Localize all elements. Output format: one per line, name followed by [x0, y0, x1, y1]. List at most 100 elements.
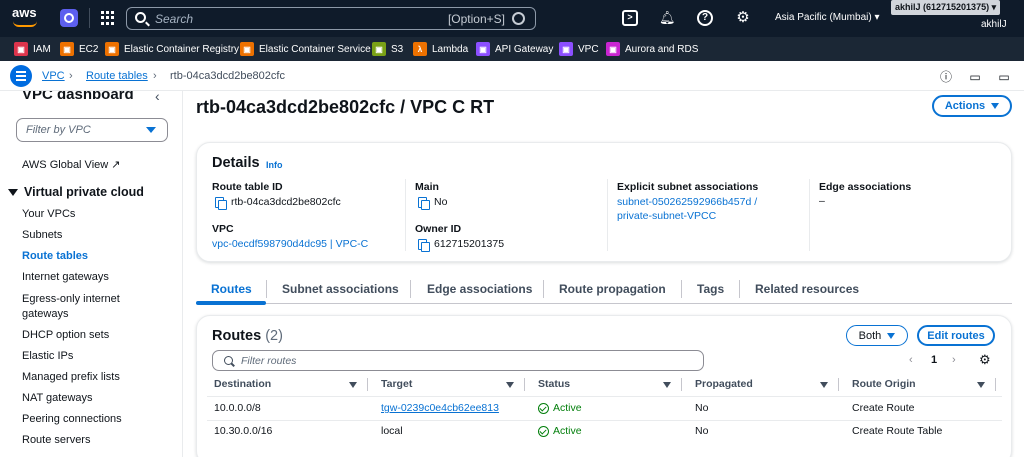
- favorite-rds[interactable]: ▣ Aurora and RDS: [606, 41, 698, 57]
- edit-routes-label: Edit routes: [927, 329, 985, 342]
- tab-routes[interactable]: Routes: [211, 282, 252, 296]
- active-tab-indicator: [196, 301, 266, 305]
- caret-down-icon: [8, 189, 18, 197]
- sidebar-item-nat-gateways[interactable]: NAT gateways: [22, 392, 93, 404]
- divider: [89, 8, 90, 28]
- sidebar-item-internet-gateways[interactable]: Internet gateways: [22, 271, 109, 283]
- bell-icon[interactable]: 🔔︎: [659, 10, 676, 26]
- chevron-left-icon[interactable]: ‹: [155, 91, 160, 104]
- sidebar-item-route-tables[interactable]: Route tables: [22, 250, 88, 262]
- aws-logo-text: aws: [12, 5, 37, 20]
- sidebar-section-vpc[interactable]: Virtual private cloud: [8, 185, 144, 199]
- divider: [524, 378, 525, 391]
- page-number[interactable]: 1: [931, 354, 937, 366]
- sort-icon[interactable]: [820, 382, 828, 388]
- gear-icon[interactable]: ⚙: [735, 10, 751, 26]
- favorite-ec2[interactable]: ▣ EC2: [60, 41, 98, 57]
- help-icon[interactable]: ?: [697, 10, 713, 26]
- sidebar-item-route-servers[interactable]: Route servers: [22, 434, 90, 446]
- tab-tags[interactable]: Tags: [697, 282, 724, 296]
- copy-icon[interactable]: [418, 239, 430, 252]
- actions-button[interactable]: Actions: [932, 95, 1012, 117]
- column-destination[interactable]: Destination: [214, 378, 271, 390]
- sidebar-title[interactable]: VPC dashboard: [22, 91, 134, 103]
- favorite-label: S3: [391, 43, 404, 55]
- sidebar-item-elastic-ips[interactable]: Elastic IPs: [22, 350, 73, 362]
- owner-id-label: Owner ID: [415, 223, 462, 235]
- tab-subnet-associations[interactable]: Subnet associations: [282, 282, 399, 296]
- filter-by-vpc-select[interactable]: Filter by VPC: [16, 118, 168, 142]
- divider: [266, 280, 267, 298]
- account-menu[interactable]: akhilJ (612715201375) ▾: [891, 0, 1001, 15]
- sidebar-section-label: Virtual private cloud: [24, 185, 144, 199]
- favorite-lambda[interactable]: λ Lambda: [413, 41, 468, 57]
- status-badge: Active: [538, 402, 582, 414]
- breadcrumb-vpc[interactable]: VPC: [42, 70, 65, 82]
- column-propagated[interactable]: Propagated: [695, 378, 753, 390]
- favorite-label: Elastic Container Service: [259, 43, 371, 55]
- settings-gear-icon[interactable]: ⚙: [979, 352, 991, 368]
- info-icon[interactable]: ⓘ: [939, 70, 953, 84]
- sidebar-item-egress-only[interactable]: Egress-only internet gateways: [22, 292, 132, 322]
- subnet-link[interactable]: subnet-050262592966b457d /: [617, 196, 757, 208]
- search-placeholder: Search: [155, 12, 194, 26]
- route-origin: Create Route: [852, 402, 915, 414]
- sidebar-item-prefix-lists[interactable]: Managed prefix lists: [22, 371, 120, 383]
- monitor-icon[interactable]: ▭: [997, 70, 1011, 84]
- sort-icon[interactable]: [349, 382, 357, 388]
- route-target-link[interactable]: tgw-0239c0e4cb62ee813: [381, 402, 499, 414]
- filter-placeholder: Filter routes: [241, 355, 297, 367]
- tab-edge-associations[interactable]: Edge associations: [427, 282, 532, 296]
- column-route-origin[interactable]: Route Origin: [852, 378, 916, 390]
- feedback-icon[interactable]: ▭: [968, 70, 982, 84]
- sidebar-item-peering[interactable]: Peering connections: [22, 413, 122, 425]
- chevron-right-icon[interactable]: ›: [952, 354, 956, 366]
- explicit-subnet-label: Explicit subnet associations: [617, 181, 759, 193]
- vpc-link[interactable]: vpc-0ecdf598790d4dc95 | VPC-C: [212, 238, 368, 250]
- sidebar-item-global-view[interactable]: AWS Global View ↗: [22, 158, 120, 171]
- copy-icon[interactable]: [418, 197, 430, 210]
- copy-icon[interactable]: [215, 197, 227, 210]
- check-circle-icon: [538, 402, 549, 414]
- edit-routes-button[interactable]: Edit routes: [917, 325, 995, 346]
- route-propagated: No: [695, 402, 709, 414]
- sort-icon[interactable]: [977, 382, 985, 388]
- check-circle-icon: [538, 425, 549, 437]
- aws-logo[interactable]: aws: [12, 6, 40, 30]
- sort-icon[interactable]: [506, 382, 514, 388]
- navigation-menu-button[interactable]: [10, 65, 32, 87]
- amazon-q-icon[interactable]: [60, 9, 78, 27]
- route-destination: 10.30.0.0/16: [214, 425, 273, 437]
- info-link[interactable]: Info: [266, 160, 283, 170]
- chevron-left-icon[interactable]: ‹: [909, 354, 913, 366]
- clear-icon[interactable]: [512, 12, 525, 25]
- cloudshell-icon[interactable]: >: [622, 10, 638, 26]
- favorite-ecr[interactable]: ▣ Elastic Container Registry: [105, 41, 239, 57]
- sort-icon[interactable]: [663, 382, 671, 388]
- favorite-iam[interactable]: ▣ IAM: [14, 41, 51, 57]
- breadcrumb-route-tables[interactable]: Route tables: [86, 70, 148, 82]
- tab-route-propagation[interactable]: Route propagation: [559, 282, 666, 296]
- column-status[interactable]: Status: [538, 378, 570, 390]
- column-target[interactable]: Target: [381, 378, 412, 390]
- services-grid-icon[interactable]: [101, 11, 115, 25]
- favorite-vpc[interactable]: ▣ VPC: [559, 41, 599, 57]
- sidebar-item-your-vpcs[interactable]: Your VPCs: [22, 208, 75, 220]
- favorite-ecs[interactable]: ▣ Elastic Container Service: [240, 41, 371, 57]
- favorite-s3[interactable]: ▣ S3: [372, 41, 403, 57]
- divider: [405, 179, 406, 251]
- favorite-api-gateway[interactable]: ▣ API Gateway: [476, 41, 553, 57]
- ecs-icon: ▣: [240, 42, 254, 56]
- search-input[interactable]: Search [Option+S]: [126, 7, 536, 30]
- route-filter-select[interactable]: Both: [846, 325, 908, 346]
- divider: [809, 179, 810, 251]
- sidebar-item-dhcp[interactable]: DHCP option sets: [22, 329, 109, 341]
- owner-id-value: 612715201375: [434, 238, 505, 250]
- tab-related-resources[interactable]: Related resources: [755, 282, 859, 296]
- favorite-label: IAM: [33, 43, 51, 55]
- s3-icon: ▣: [372, 42, 386, 56]
- region-selector[interactable]: Asia Pacific (Mumbai) ▾: [775, 12, 880, 23]
- subnet-link-name[interactable]: private-subnet-VPCC: [617, 210, 716, 222]
- sidebar-item-subnets[interactable]: Subnets: [22, 229, 62, 241]
- filter-routes-input[interactable]: Filter routes: [212, 350, 704, 371]
